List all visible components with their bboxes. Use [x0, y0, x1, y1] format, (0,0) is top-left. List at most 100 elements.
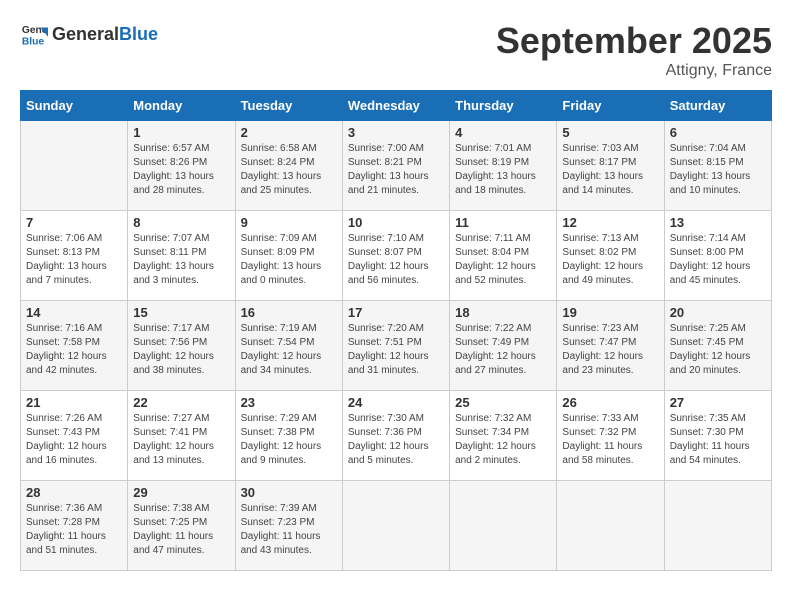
- cell-2-4: 10 Sunrise: 7:10 AM Sunset: 8:07 PM Dayli…: [342, 211, 449, 301]
- svg-text:Blue: Blue: [22, 36, 45, 47]
- cell-info: Sunrise: 7:20 AM Sunset: 7:51 PM Dayligh…: [348, 322, 444, 378]
- cell-info: Sunrise: 7:33 AM Sunset: 7:32 PM Dayligh…: [562, 412, 658, 468]
- calendar-header-row: SundayMondayTuesdayWednesdayThursdayFrid…: [21, 91, 772, 121]
- cell-2-7: 13 Sunrise: 7:14 AM Sunset: 8:00 PM Dayli…: [664, 211, 771, 301]
- day-number: 29: [133, 485, 229, 500]
- cell-4-3: 23 Sunrise: 7:29 AM Sunset: 7:38 PM Dayli…: [235, 391, 342, 481]
- cell-3-4: 17 Sunrise: 7:20 AM Sunset: 7:51 PM Dayli…: [342, 301, 449, 391]
- cell-info: Sunrise: 7:38 AM Sunset: 7:25 PM Dayligh…: [133, 502, 229, 558]
- cell-3-5: 18Sunrise: 7:22 AM Sunset: 7:49 PM Dayli…: [450, 301, 557, 391]
- day-number: 26: [562, 395, 658, 410]
- calendar-table: SundayMondayTuesdayWednesdayThursdayFrid…: [20, 90, 772, 571]
- header-wednesday: Wednesday: [342, 91, 449, 121]
- header-friday: Friday: [557, 91, 664, 121]
- header-thursday: Thursday: [450, 91, 557, 121]
- cell-info: Sunrise: 7:13 AM Sunset: 8:02 PM Dayligh…: [562, 232, 658, 288]
- cell-info: Sunrise: 7:17 AM Sunset: 7:56 PM Dayligh…: [133, 322, 229, 378]
- day-number: 23: [241, 395, 337, 410]
- cell-info: Sunrise: 7:35 AM Sunset: 7:30 PM Dayligh…: [670, 412, 766, 468]
- day-number: 3: [348, 125, 444, 140]
- cell-2-2: 8 Sunrise: 7:07 AM Sunset: 8:11 PM Daylig…: [128, 211, 235, 301]
- day-number: 8: [133, 215, 229, 230]
- day-number: 12: [562, 215, 658, 230]
- cell-info: Sunrise: 7:03 AM Sunset: 8:17 PM Dayligh…: [562, 142, 658, 198]
- cell-info: Sunrise: 7:16 AM Sunset: 7:58 PM Dayligh…: [26, 322, 122, 378]
- cell-4-1: 21 Sunrise: 7:26 AM Sunset: 7:43 PM Dayli…: [21, 391, 128, 481]
- cell-info: Sunrise: 7:23 AM Sunset: 7:47 PM Dayligh…: [562, 322, 658, 378]
- location-title: Attigny, France: [496, 62, 772, 80]
- cell-1-7: 6 Sunrise: 7:04 AM Sunset: 8:15 PM Daylig…: [664, 121, 771, 211]
- cell-2-5: 11 Sunrise: 7:11 AM Sunset: 8:04 PM Dayli…: [450, 211, 557, 301]
- day-number: 11: [455, 215, 551, 230]
- cell-1-6: 5Sunrise: 7:03 AM Sunset: 8:17 PM Daylig…: [557, 121, 664, 211]
- cell-4-6: 26 Sunrise: 7:33 AM Sunset: 7:32 PM Dayli…: [557, 391, 664, 481]
- day-number: 6: [670, 125, 766, 140]
- cell-5-7: [664, 481, 771, 571]
- cell-4-5: 25 Sunrise: 7:32 AM Sunset: 7:34 PM Dayli…: [450, 391, 557, 481]
- cell-1-4: 3 Sunrise: 7:00 AM Sunset: 8:21 PM Daylig…: [342, 121, 449, 211]
- cell-3-2: 15 Sunrise: 7:17 AM Sunset: 7:56 PM Dayli…: [128, 301, 235, 391]
- cell-info: Sunrise: 7:30 AM Sunset: 7:36 PM Dayligh…: [348, 412, 444, 468]
- cell-info: Sunrise: 7:07 AM Sunset: 8:11 PM Dayligh…: [133, 232, 229, 288]
- cell-info: Sunrise: 7:10 AM Sunset: 8:07 PM Dayligh…: [348, 232, 444, 288]
- header-tuesday: Tuesday: [235, 91, 342, 121]
- cell-info: Sunrise: 7:04 AM Sunset: 8:15 PM Dayligh…: [670, 142, 766, 198]
- header-saturday: Saturday: [664, 91, 771, 121]
- cell-2-6: 12 Sunrise: 7:13 AM Sunset: 8:02 PM Dayli…: [557, 211, 664, 301]
- logo-icon: General Blue: [20, 20, 48, 48]
- day-number: 28: [26, 485, 122, 500]
- cell-info: Sunrise: 7:32 AM Sunset: 7:34 PM Dayligh…: [455, 412, 551, 468]
- cell-info: Sunrise: 7:11 AM Sunset: 8:04 PM Dayligh…: [455, 232, 551, 288]
- cell-3-1: 14Sunrise: 7:16 AM Sunset: 7:58 PM Dayli…: [21, 301, 128, 391]
- cell-info: Sunrise: 6:58 AM Sunset: 8:24 PM Dayligh…: [241, 142, 337, 198]
- week-row-3: 14Sunrise: 7:16 AM Sunset: 7:58 PM Dayli…: [21, 301, 772, 391]
- cell-3-3: 16 Sunrise: 7:19 AM Sunset: 7:54 PM Dayli…: [235, 301, 342, 391]
- cell-info: Sunrise: 7:19 AM Sunset: 7:54 PM Dayligh…: [241, 322, 337, 378]
- cell-1-5: 4Sunrise: 7:01 AM Sunset: 8:19 PM Daylig…: [450, 121, 557, 211]
- logo-general-text: General: [52, 24, 119, 44]
- day-number: 2: [241, 125, 337, 140]
- header-monday: Monday: [128, 91, 235, 121]
- cell-info: Sunrise: 7:01 AM Sunset: 8:19 PM Dayligh…: [455, 142, 551, 198]
- cell-5-6: [557, 481, 664, 571]
- cell-info: Sunrise: 7:25 AM Sunset: 7:45 PM Dayligh…: [670, 322, 766, 378]
- day-number: 9: [241, 215, 337, 230]
- day-number: 17: [348, 305, 444, 320]
- day-number: 22: [133, 395, 229, 410]
- cell-4-4: 24 Sunrise: 7:30 AM Sunset: 7:36 PM Dayli…: [342, 391, 449, 481]
- cell-info: Sunrise: 7:26 AM Sunset: 7:43 PM Dayligh…: [26, 412, 122, 468]
- header: General Blue GeneralBlue September 2025 …: [20, 20, 772, 80]
- cell-5-5: [450, 481, 557, 571]
- cell-5-3: 30Sunrise: 7:39 AM Sunset: 7:23 PM Dayli…: [235, 481, 342, 571]
- day-number: 15: [133, 305, 229, 320]
- cell-info: Sunrise: 6:57 AM Sunset: 8:26 PM Dayligh…: [133, 142, 229, 198]
- day-number: 19: [562, 305, 658, 320]
- day-number: 18: [455, 305, 551, 320]
- day-number: 13: [670, 215, 766, 230]
- day-number: 27: [670, 395, 766, 410]
- cell-2-3: 9Sunrise: 7:09 AM Sunset: 8:09 PM Daylig…: [235, 211, 342, 301]
- cell-2-1: 7Sunrise: 7:06 AM Sunset: 8:13 PM Daylig…: [21, 211, 128, 301]
- cell-4-7: 27 Sunrise: 7:35 AM Sunset: 7:30 PM Dayli…: [664, 391, 771, 481]
- day-number: 1: [133, 125, 229, 140]
- cell-info: Sunrise: 7:29 AM Sunset: 7:38 PM Dayligh…: [241, 412, 337, 468]
- day-number: 21: [26, 395, 122, 410]
- cell-info: Sunrise: 7:14 AM Sunset: 8:00 PM Dayligh…: [670, 232, 766, 288]
- day-number: 7: [26, 215, 122, 230]
- week-row-1: 1 Sunrise: 6:57 AM Sunset: 8:26 PM Daylig…: [21, 121, 772, 211]
- title-area: September 2025 Attigny, France: [496, 20, 772, 80]
- week-row-5: 28Sunrise: 7:36 AM Sunset: 7:28 PM Dayli…: [21, 481, 772, 571]
- day-number: 10: [348, 215, 444, 230]
- day-number: 30: [241, 485, 337, 500]
- cell-3-6: 19 Sunrise: 7:23 AM Sunset: 7:47 PM Dayli…: [557, 301, 664, 391]
- logo-blue-text: Blue: [119, 24, 158, 44]
- header-sunday: Sunday: [21, 91, 128, 121]
- cell-1-1: [21, 121, 128, 211]
- cell-3-7: 20Sunrise: 7:25 AM Sunset: 7:45 PM Dayli…: [664, 301, 771, 391]
- day-number: 16: [241, 305, 337, 320]
- day-number: 24: [348, 395, 444, 410]
- day-number: 25: [455, 395, 551, 410]
- cell-1-2: 1 Sunrise: 6:57 AM Sunset: 8:26 PM Daylig…: [128, 121, 235, 211]
- cell-5-2: 29 Sunrise: 7:38 AM Sunset: 7:25 PM Dayli…: [128, 481, 235, 571]
- cell-info: Sunrise: 7:00 AM Sunset: 8:21 PM Dayligh…: [348, 142, 444, 198]
